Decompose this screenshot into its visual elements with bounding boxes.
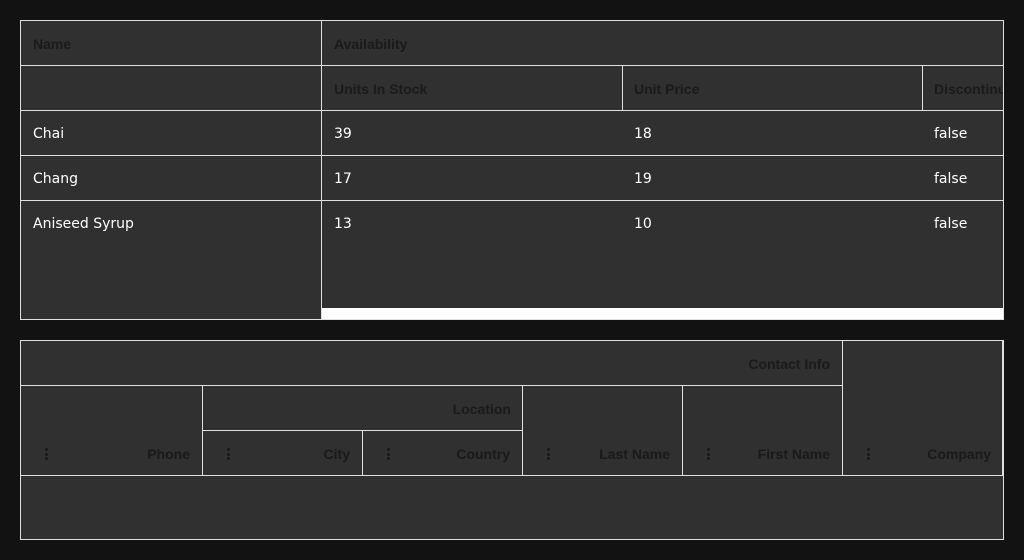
column-divider [682, 386, 683, 476]
column-divider [622, 66, 623, 111]
column-divider [522, 386, 523, 476]
cell-unit-price[interactable]: 18 [622, 111, 922, 156]
column-group-availability[interactable]: Availability [322, 21, 1003, 66]
more-vertical-icon[interactable] [706, 448, 710, 460]
cell-unit-price[interactable]: 19 [622, 156, 922, 201]
column-divider [922, 66, 923, 111]
column-divider [842, 341, 843, 476]
cell-units-in-stock[interactable]: 39 [322, 111, 622, 156]
row-divider [21, 200, 1003, 201]
cell-name[interactable]: Chang [21, 156, 322, 201]
cell-name[interactable]: Chai [21, 111, 322, 156]
cell-units-in-stock[interactable]: 13 [322, 201, 622, 246]
column-group-location[interactable]: Location [202, 386, 523, 431]
column-header-unit-price[interactable]: Unit Price [622, 66, 922, 111]
products-grid: Name Availability Units In Stock Unit Pr… [20, 20, 1004, 320]
more-vertical-icon[interactable] [44, 448, 48, 460]
column-divider [202, 386, 203, 476]
more-vertical-icon[interactable] [546, 448, 550, 460]
cell-name[interactable]: Aniseed Syrup [21, 201, 322, 246]
cell-discontinued[interactable]: false [922, 156, 1003, 201]
more-vertical-icon[interactable] [866, 448, 870, 460]
row-divider [21, 155, 1003, 156]
cell-unit-price[interactable]: 10 [622, 201, 922, 246]
column-divider [362, 431, 363, 476]
column-divider [1002, 341, 1003, 476]
horizontal-scrollbar[interactable] [322, 308, 1003, 319]
header-bottom-divider [21, 475, 1003, 476]
frozen-column-divider [321, 21, 322, 319]
cell-discontinued[interactable]: false [922, 201, 1003, 246]
column-header-name[interactable]: Name [21, 21, 322, 66]
row-divider [21, 65, 1003, 66]
cell-units-in-stock[interactable]: 17 [322, 156, 622, 201]
row-divider [21, 110, 1003, 111]
column-group-contact-info[interactable]: Contact Info [21, 341, 842, 386]
column-header-units-in-stock[interactable]: Units In Stock [322, 66, 622, 111]
column-header-phone[interactable]: Phone [21, 431, 202, 476]
row-divider [21, 385, 842, 386]
more-vertical-icon[interactable] [386, 448, 390, 460]
contacts-grid: Contact Info Location Phone City Country… [20, 340, 1004, 540]
column-header-discontinued[interactable]: Discontinued [922, 66, 1003, 111]
more-vertical-icon[interactable] [226, 448, 230, 460]
cell-discontinued[interactable]: false [922, 111, 1003, 156]
